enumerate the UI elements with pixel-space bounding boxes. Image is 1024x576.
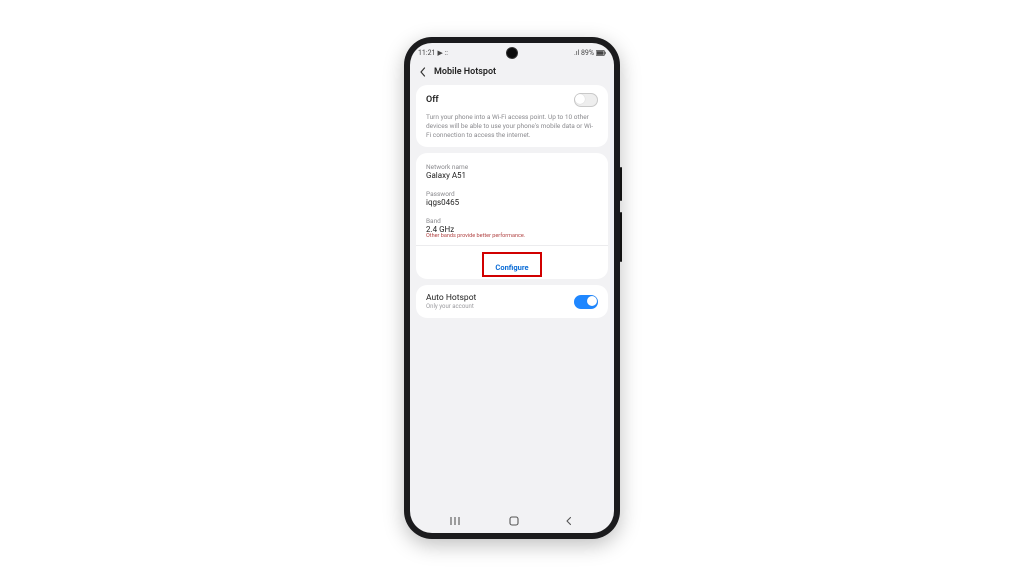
back-nav-icon[interactable] bbox=[564, 516, 574, 526]
android-navbar bbox=[410, 509, 614, 533]
network-name-label: Network name bbox=[426, 163, 598, 171]
front-camera bbox=[506, 47, 518, 59]
network-name-field: Network name Galaxy A51 bbox=[426, 163, 598, 180]
band-field: Band 2.4 GHz Other bands provide better … bbox=[426, 217, 598, 239]
network-details-card: Network name Galaxy A51 Password iqgs046… bbox=[416, 153, 608, 279]
hotspot-toggle[interactable] bbox=[574, 93, 598, 107]
hotspot-description: Turn your phone into a Wi-Fi access poin… bbox=[426, 113, 598, 139]
band-note: Other bands provide better performance. bbox=[426, 233, 598, 239]
auto-hotspot-card[interactable]: Auto Hotspot Only your account bbox=[416, 285, 608, 318]
recents-icon[interactable] bbox=[450, 516, 464, 526]
home-icon[interactable] bbox=[508, 515, 520, 527]
screen: 11:21 ▶ :: .ıl 89% Mobile Hotspot bbox=[410, 43, 614, 533]
back-icon[interactable] bbox=[418, 67, 428, 77]
status-battery-text: .ıl 89% bbox=[574, 49, 594, 57]
configure-button[interactable]: Configure bbox=[489, 261, 534, 274]
configure-highlight: Configure bbox=[482, 252, 541, 277]
page-header: Mobile Hotspot bbox=[410, 61, 614, 85]
hotspot-state-label: Off bbox=[426, 95, 439, 105]
page-title: Mobile Hotspot bbox=[434, 67, 496, 77]
status-time: 11:21 bbox=[418, 49, 435, 57]
password-label: Password bbox=[426, 190, 598, 198]
hotspot-toggle-card: Off Turn your phone into a Wi-Fi access … bbox=[416, 85, 608, 147]
band-label: Band bbox=[426, 217, 598, 225]
phone-frame: 11:21 ▶ :: .ıl 89% Mobile Hotspot bbox=[404, 37, 620, 539]
auto-hotspot-toggle[interactable] bbox=[574, 295, 598, 309]
password-value: iqgs0465 bbox=[426, 198, 598, 207]
auto-hotspot-title: Auto Hotspot bbox=[426, 293, 476, 303]
status-extra: ▶ :: bbox=[437, 49, 448, 57]
auto-hotspot-subtitle: Only your account bbox=[426, 303, 476, 310]
network-name-value: Galaxy A51 bbox=[426, 171, 598, 180]
password-field: Password iqgs0465 bbox=[426, 190, 598, 207]
battery-icon bbox=[596, 50, 606, 56]
